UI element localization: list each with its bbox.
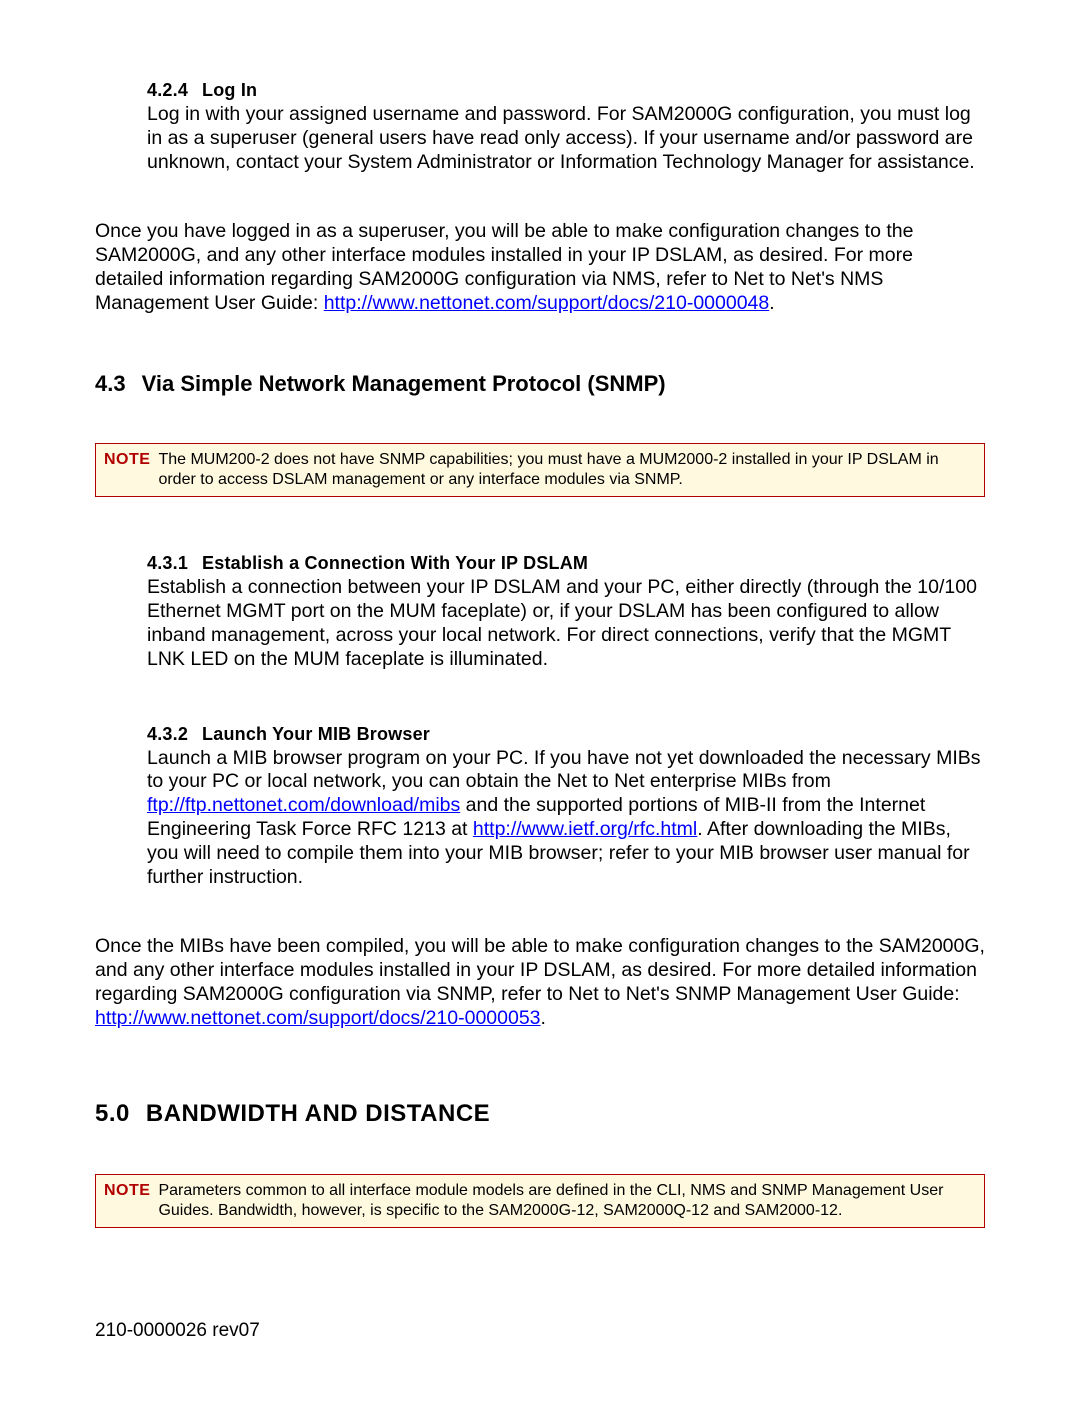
text-run: .	[769, 292, 774, 314]
heading-4-2-4: 4.2.4 Log In	[147, 80, 985, 101]
heading-4-3-2: 4.3.2 Launch Your MIB Browser	[147, 724, 985, 745]
note-text: The MUM200-2 does not have SNMP capabili…	[158, 450, 976, 490]
heading-text: Launch Your MIB Browser	[202, 724, 430, 744]
paragraph: Log in with your assigned username and p…	[147, 103, 985, 174]
link-snmp-guide[interactable]: http://www.nettonet.com/support/docs/210…	[95, 1007, 541, 1029]
text-run: Launch a MIB browser program on your PC.…	[147, 747, 981, 793]
heading-number: 4.2.4	[147, 80, 188, 100]
page-footer: 210-0000026 rev07	[95, 1320, 985, 1342]
heading-4-3-1: 4.3.1 Establish a Connection With Your IP…	[147, 553, 985, 574]
note-text: Parameters common to all interface modul…	[158, 1181, 976, 1221]
text-run: Once the MIBs have been compiled, you wi…	[95, 935, 985, 1005]
link-ietf-rfc[interactable]: http://www.ietf.org/rfc.html	[473, 818, 697, 840]
heading-text: Log In	[202, 80, 257, 100]
heading-5-0: 5.0 BANDWIDTH AND DISTANCE	[95, 1100, 985, 1128]
heading-4-3: 4.3 Via Simple Network Management Protoco…	[95, 371, 985, 397]
heading-number: 4.3.1	[147, 553, 188, 573]
note-label: NOTE	[104, 450, 150, 490]
link-ftp-mibs[interactable]: ftp://ftp.nettonet.com/download/mibs	[147, 794, 460, 816]
heading-text: Establish a Connection With Your IP DSLA…	[202, 553, 588, 573]
paragraph: Once the MIBs have been compiled, you wi…	[95, 935, 985, 1030]
section-4-2-4: 4.2.4 Log In Log in with your assigned us…	[147, 80, 985, 174]
heading-text: Via Simple Network Management Protocol (…	[142, 371, 666, 396]
heading-number: 5.0	[95, 1100, 130, 1127]
section-4-3-1: 4.3.1 Establish a Connection With Your IP…	[147, 553, 985, 671]
paragraph: Launch a MIB browser program on your PC.…	[147, 747, 985, 890]
paragraph: Establish a connection between your IP D…	[147, 576, 985, 671]
link-nms-guide[interactable]: http://www.nettonet.com/support/docs/210…	[324, 292, 770, 314]
heading-text: BANDWIDTH AND DISTANCE	[146, 1100, 490, 1127]
heading-number: 4.3	[95, 371, 126, 396]
document-page: 4.2.4 Log In Log in with your assigned us…	[0, 0, 1080, 1411]
note-box: NOTE The MUM200-2 does not have SNMP cap…	[95, 443, 985, 497]
heading-number: 4.3.2	[147, 724, 188, 744]
section-4-3-2: 4.3.2 Launch Your MIB Browser Launch a MI…	[147, 724, 985, 890]
paragraph: Once you have logged in as a superuser, …	[95, 220, 985, 315]
note-box: NOTE Parameters common to all interface …	[95, 1174, 985, 1228]
text-run: .	[541, 1007, 546, 1029]
note-label: NOTE	[104, 1181, 150, 1221]
